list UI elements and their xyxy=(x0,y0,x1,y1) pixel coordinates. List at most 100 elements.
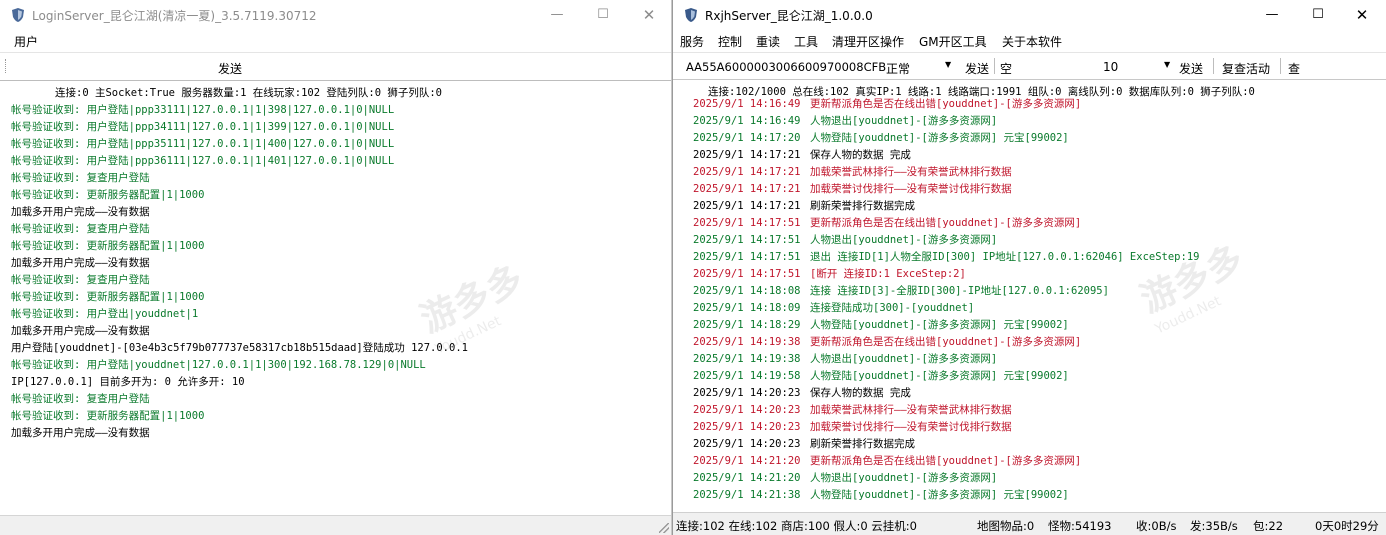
menu-user[interactable]: 用户 xyxy=(14,33,38,50)
log-line: 帐号验证收到: 用户登陆|ppp36111|127.0.0.1|1|401|12… xyxy=(11,155,395,167)
close-button[interactable]: ✕ xyxy=(626,0,671,30)
log-timestamp: 2025/9/1 14:19:38 xyxy=(693,336,801,348)
status-connections: 连接:102 在线:102 商店:100 假人:0 云挂机:0 xyxy=(676,519,917,533)
packet-code-input[interactable]: AA55A6000003006600970008CFB xyxy=(686,60,886,74)
query-button[interactable]: 查 xyxy=(1288,60,1300,77)
send-button-2[interactable]: 发送 xyxy=(1179,60,1203,77)
log-message: 刷新荣誉排行数据完成 xyxy=(810,200,915,212)
log-entry: 2025/9/1 14:17:51 退出 连接ID[1]人物全服ID[300] I… xyxy=(693,249,1199,264)
toolbar-separator xyxy=(1213,58,1214,74)
log-timestamp: 2025/9/1 14:18:29 xyxy=(693,319,801,331)
toolbar-grip[interactable] xyxy=(5,59,8,73)
log-line: 帐号验证收到: 更新服务器配置|1|1000 xyxy=(11,240,205,252)
log-timestamp: 2025/9/1 14:19:58 xyxy=(693,370,801,382)
log-entry: 2025/9/1 14:17:21 加载荣誉讨伐排行——没有荣誉讨伐排行数据 xyxy=(693,181,1012,196)
log-entry: 2025/9/1 14:20:23 加载荣誉讨伐排行——没有荣誉讨伐排行数据 xyxy=(693,419,1012,434)
send-button[interactable]: 发送 xyxy=(965,60,989,77)
log-timestamp: 2025/9/1 14:21:20 xyxy=(693,472,801,484)
app-shield-icon xyxy=(12,8,24,22)
log-entry: 2025/9/1 14:16:49 更新帮派角色是否在线出错[youddnet]-… xyxy=(693,96,1081,111)
menu-bar: 服务 控制 重读 工具 清理开区操作 GM开区工具 关于本软件 xyxy=(673,30,1386,52)
log-entry: 2025/9/1 14:21:20 人物退出[youddnet]-[游多多资源网] xyxy=(693,470,997,485)
log-message: 加载荣誉讨伐排行——没有荣誉讨伐排行数据 xyxy=(810,183,1012,195)
log-message: 人物登陆[youddnet]-[游多多资源网] 元宝[99002] xyxy=(810,132,1069,144)
message-input[interactable]: 空 xyxy=(1000,60,1012,77)
log-timestamp: 2025/9/1 14:16:49 xyxy=(693,98,801,110)
log-entry: 2025/9/1 14:17:51 [断开 连接ID:1 ExceStep:2] xyxy=(693,266,966,281)
log-entry: 2025/9/1 14:21:38 人物登陆[youddnet]-[游多多资源网]… xyxy=(693,487,1069,502)
log-entry: 2025/9/1 14:20:23 刷新荣誉排行数据完成 xyxy=(693,436,915,451)
log-timestamp: 2025/9/1 14:21:20 xyxy=(693,455,801,467)
chevron-down-icon[interactable]: ▼ xyxy=(1164,60,1170,69)
mode-select[interactable]: 正常 xyxy=(886,60,910,77)
log-timestamp: 2025/9/1 14:17:51 xyxy=(693,217,801,229)
log-entry: 2025/9/1 14:17:51 更新帮派角色是否在线出错[youddnet]-… xyxy=(693,215,1081,230)
menu-gm-tools[interactable]: GM开区工具 xyxy=(919,33,987,50)
resize-grip[interactable] xyxy=(659,523,669,533)
login-log-panel[interactable]: 连接:0 主Socket:True 服务器数量:1 在线玩家:102 登陆列队:… xyxy=(0,80,671,515)
log-line: 帐号验证收到: 复查用户登陆 xyxy=(11,172,150,184)
log-timestamp: 2025/9/1 14:17:51 xyxy=(693,268,801,280)
game-log-panel[interactable]: 连接:102/1000 总在线:102 真实IP:1 线路:1 线路端口:199… xyxy=(673,79,1386,511)
log-message: 刷新荣誉排行数据完成 xyxy=(810,438,915,450)
log-line: 帐号验证收到: 复查用户登陆 xyxy=(11,223,150,235)
log-line: 帐号验证收到: 用户登陆|ppp35111|127.0.0.1|1|400|12… xyxy=(11,138,395,150)
close-button[interactable]: ✕ xyxy=(1339,0,1385,30)
log-entry: 2025/9/1 14:17:21 保存人物的数据 完成 xyxy=(693,147,911,162)
log-entry: 2025/9/1 14:21:20 更新帮派角色是否在线出错[youddnet]-… xyxy=(693,453,1081,468)
title-bar[interactable]: LoginServer_昆仑江湖(清凉一夏)_3.5.7119.30712 — … xyxy=(0,0,671,30)
log-message: 加载荣誉讨伐排行——没有荣誉讨伐排行数据 xyxy=(810,421,1012,433)
log-timestamp: 2025/9/1 14:21:38 xyxy=(693,489,801,501)
maximize-button[interactable]: ☐ xyxy=(1295,0,1341,30)
log-line: 帐号验证收到: 复查用户登陆 xyxy=(11,393,150,405)
log-line: 帐号验证收到: 用户登陆|ppp34111|127.0.0.1|1|399|12… xyxy=(11,121,395,133)
log-message: 退出 连接ID[1]人物全服ID[300] IP地址[127.0.0.1:620… xyxy=(810,251,1200,263)
log-timestamp: 2025/9/1 14:18:08 xyxy=(693,285,801,297)
log-message: 保存人物的数据 完成 xyxy=(810,149,911,161)
log-timestamp: 2025/9/1 14:20:23 xyxy=(693,404,801,416)
menu-about[interactable]: 关于本软件 xyxy=(1002,33,1062,50)
log-line: 帐号验证收到: 更新服务器配置|1|1000 xyxy=(11,189,205,201)
log-line: 帐号验证收到: 更新服务器配置|1|1000 xyxy=(11,291,205,303)
log-message: 人物退出[youddnet]-[游多多资源网] xyxy=(810,472,998,484)
status-uptime: 0天0时29分 xyxy=(1315,519,1379,533)
log-timestamp: 2025/9/1 14:17:51 xyxy=(693,251,801,263)
menu-reload[interactable]: 重读 xyxy=(756,33,780,50)
log-line: 用户登陆[youddnet]-[03e4b3c5f79b077737e58317… xyxy=(11,342,468,354)
menu-tools[interactable]: 工具 xyxy=(794,33,818,50)
recheck-activity-button[interactable]: 复查活动 xyxy=(1222,60,1270,77)
server-status-header: 连接:0 主Socket:True 服务器数量:1 在线玩家:102 登陆列队:… xyxy=(55,87,443,99)
log-line: 加载多开用户完成——没有数据 xyxy=(11,257,150,269)
status-send-rate: 发:35B/s xyxy=(1190,519,1238,533)
status-receive-rate: 收:0B/s xyxy=(1136,519,1177,533)
log-entry: 2025/9/1 14:18:08 连接 连接ID[3]-全服ID[300]-IP… xyxy=(693,283,1109,298)
log-timestamp: 2025/9/1 14:20:23 xyxy=(693,387,801,399)
log-entry: 2025/9/1 14:19:38 人物退出[youddnet]-[游多多资源网] xyxy=(693,351,997,366)
log-message: 连接登陆成功[300]-[youddnet] xyxy=(810,302,975,314)
log-line: 帐号验证收到: 用户登陆|youddnet|127.0.0.1|1|300|19… xyxy=(11,359,426,371)
status-monsters: 怪物:54193 xyxy=(1048,519,1112,533)
login-server-window: LoginServer_昆仑江湖(清凉一夏)_3.5.7119.30712 — … xyxy=(0,0,672,535)
log-entry: 2025/9/1 14:19:58 人物登陆[youddnet]-[游多多资源网]… xyxy=(693,368,1069,383)
log-timestamp: 2025/9/1 14:16:49 xyxy=(693,115,801,127)
log-entry: 2025/9/1 14:19:38 更新帮派角色是否在线出错[youddnet]-… xyxy=(693,334,1081,349)
log-entry: 2025/9/1 14:17:51 人物退出[youddnet]-[游多多资源网] xyxy=(693,232,997,247)
menu-control[interactable]: 控制 xyxy=(718,33,742,50)
command-toolbar: AA55A6000003006600970008CFB 正常 ▼ 发送 空 10… xyxy=(673,52,1386,80)
count-select[interactable]: 10 xyxy=(1103,60,1118,74)
log-entry: 2025/9/1 14:20:23 保存人物的数据 完成 xyxy=(693,385,911,400)
log-entry: 2025/9/1 14:18:09 连接登陆成功[300]-[youddnet] xyxy=(693,300,974,315)
menu-service[interactable]: 服务 xyxy=(680,33,704,50)
log-entry: 2025/9/1 14:16:49 人物退出[youddnet]-[游多多资源网] xyxy=(693,113,997,128)
chevron-down-icon[interactable]: ▼ xyxy=(945,60,951,69)
menu-cleanup[interactable]: 清理开区操作 xyxy=(832,33,904,50)
send-button[interactable]: 发送 xyxy=(200,60,260,77)
minimize-button[interactable]: — xyxy=(534,0,580,30)
title-bar[interactable]: RxjhServer_昆仑江湖_1.0.0.0 — ☐ ✕ xyxy=(673,0,1386,30)
log-entry: 2025/9/1 14:20:23 加载荣誉武林排行——没有荣誉武林排行数据 xyxy=(693,402,1012,417)
toolbar-separator xyxy=(1280,58,1281,74)
minimize-button[interactable]: — xyxy=(1249,0,1295,30)
log-entry: 2025/9/1 14:17:20 人物登陆[youddnet]-[游多多资源网]… xyxy=(693,130,1069,145)
log-timestamp: 2025/9/1 14:17:21 xyxy=(693,149,801,161)
maximize-button[interactable]: ☐ xyxy=(580,0,626,30)
